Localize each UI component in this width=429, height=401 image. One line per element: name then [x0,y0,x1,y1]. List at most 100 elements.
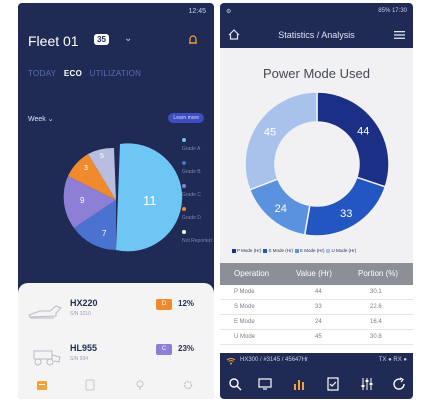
table-cell: E Mode [234,319,255,325]
wheel-loader-icon [33,350,61,366]
wifi-icon [226,358,236,365]
table-cell: 16.4 [370,319,382,325]
tab-eco[interactable]: ECO [64,69,82,78]
location-icon[interactable] [134,379,146,391]
machine-model: HX220 [70,298,98,308]
legend-dot [182,184,186,188]
machine-row[interactable]: HL955 S/N 934 C 23% [18,338,214,378]
hamburger-menu-icon[interactable] [394,31,405,39]
pie-label-not-reported: 5 [100,153,104,160]
refresh-icon[interactable] [392,377,406,391]
machine-model: HL955 [70,343,98,353]
period-selector[interactable]: Week ⌄ [28,115,54,123]
machine-serial: S/N 934 [70,356,89,362]
legend-item-not-reported: Not Reported [182,230,214,253]
status-bar-right: 85% 17:30 [378,8,407,14]
table-row: E Mode 24 16.4 [220,315,413,330]
monitor-icon[interactable] [258,377,272,391]
page-title: Statistics / Analysis [278,30,355,40]
screenshot-canvas: 12:45 Fleet 01 35 ⌄ TODAY ECO UTILIZATIO… [0,0,429,401]
legend-dot [182,138,186,142]
bottom-toolbar [220,369,413,399]
legend-label: E Mode (Hr) [299,248,325,253]
fleet-count-badge: 35 [94,34,109,45]
search-icon[interactable] [228,377,242,391]
column-header: Value (Hr) [296,269,332,278]
table-cell: 22.6 [370,304,382,310]
statistics-screen: ⚙ 85% 17:30 Statistics / Analysis Power … [220,3,413,399]
report-icon[interactable] [84,379,96,391]
chart-legend: P Mode (Hr) S Mode (Hr) E Mode (Hr) U Mode … [230,248,410,253]
status-bar-time: 12:45 [188,8,206,15]
excavator-icon [28,305,62,319]
checklist-icon[interactable] [326,377,340,391]
donut-slice [316,91,390,188]
legend-dot [182,230,186,234]
tx-rx-indicator: TX ● RX ● [378,357,407,363]
bottom-nav [18,373,214,399]
donut-slice-label: 24 [275,203,287,215]
table-header: Operation Value (Hr) Portion (%) [220,263,413,285]
sliders-icon[interactable] [360,377,374,391]
legend-label: Not Reported [182,238,212,244]
status-left-icon: ⚙ [226,9,232,15]
table-cell: 24 [315,319,322,325]
donut-slice [244,91,318,191]
fleet-dropdown-icon[interactable]: ⌄ [124,33,132,44]
legend-swatch [263,248,268,253]
fleet-eco-screen: 12:45 Fleet 01 35 ⌄ TODAY ECO UTILIZATIO… [18,3,214,399]
machine-info: HX300 / #3145 / 45647Hr [240,357,309,363]
legend-item: P Mode (Hr) [230,248,261,253]
eco-grade-badge: C [156,344,172,355]
power-mode-donut-chart: 44 33 24 45 [244,91,390,237]
machine-serial: S/N 3210 [70,311,91,317]
legend-swatch [294,248,299,253]
pie-label-grade-a: 11 [143,193,157,208]
pie-label-grade-d: 3 [84,165,88,172]
pie-legend: Grade A Grade B Grade C Grade D Not Repo… [182,138,214,253]
tab-utilization[interactable]: UTILIZATION [90,69,142,78]
table-cell: 30.1 [370,289,382,295]
settings-icon[interactable] [182,379,194,391]
legend-item-grade-b: Grade B [182,161,214,184]
machine-status-bar: HX300 / #3145 / 45647Hr TX ● RX ● [220,353,413,369]
notification-bell-icon[interactable] [186,33,200,47]
legend-item-grade-c: Grade C [182,184,214,207]
dashboard-icon[interactable] [36,379,48,391]
legend-dot [182,207,186,211]
legend-item: U Mode (Hr) [324,248,356,253]
donut-slice-label: 33 [340,208,352,220]
learn-more-button[interactable]: Learn more [168,113,204,123]
table-cell: 30.8 [370,334,382,340]
chart-title: Power Mode Used [263,66,370,81]
table-cell: 44 [315,289,322,295]
legend-item: E Mode (Hr) [293,248,325,253]
tab-today[interactable]: TODAY [28,69,56,78]
donut-slice-label: 45 [264,127,276,139]
legend-label: Grade D [182,215,201,221]
column-header: Portion (%) [358,269,399,278]
legend-label: U Mode (Hr) [331,248,357,253]
legend-item: S Mode (Hr) [261,248,293,253]
column-header: Operation [234,269,270,278]
pie-label-grade-c: 9 [80,196,85,205]
fleet-tabs: TODAY ECO UTILIZATION [28,69,146,78]
legend-swatch [232,248,236,253]
eco-grade-badge: D [156,299,172,310]
legend-item-grade-d: Grade D [182,207,214,230]
legend-swatch [326,248,331,253]
table-cell: U Mode [234,334,256,340]
fleet-title[interactable]: Fleet 01 [28,33,79,49]
legend-dot [182,161,186,165]
eco-grade-pie-chart: 11 7 9 3 5 [63,143,183,252]
app-header: ⚙ 85% 17:30 Statistics / Analysis [220,3,413,48]
bar-chart-icon[interactable] [292,377,306,391]
table-cell: 45 [315,334,322,340]
machine-row[interactable]: HX220 S/N 3210 D 12% [18,293,214,333]
table-row: P Mode 44 30.1 [220,285,413,300]
legend-label: P Mode (Hr) [237,248,262,253]
eco-percent: 12% [178,299,195,308]
legend-label: S Mode (Hr) [268,248,293,253]
table-cell: P Mode [234,289,255,295]
pie-label-grade-b: 7 [102,229,107,238]
